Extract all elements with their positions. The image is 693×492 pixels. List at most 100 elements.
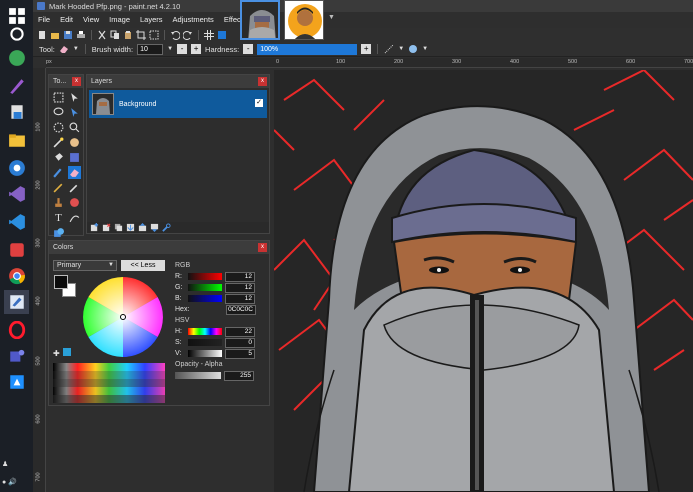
hue-slider[interactable] xyxy=(188,328,222,335)
add-layer-icon[interactable] xyxy=(90,223,99,232)
clone-stamp-icon[interactable] xyxy=(52,196,65,209)
less-button[interactable]: << Less xyxy=(121,260,165,271)
palette-menu-icon[interactable] xyxy=(63,348,71,356)
eraser-icon[interactable] xyxy=(68,166,81,179)
delete-layer-icon[interactable] xyxy=(102,223,111,232)
people-icon[interactable]: ♟ xyxy=(2,460,8,468)
menu-edit[interactable]: Edit xyxy=(55,12,78,28)
menu-file[interactable]: File xyxy=(33,12,55,28)
brush-width-increase-icon[interactable]: + xyxy=(191,44,202,54)
add-palette-icon[interactable]: ✚ xyxy=(53,349,60,358)
image-tab-avatar[interactable] xyxy=(284,0,324,40)
primary-color-swatch[interactable] xyxy=(54,275,68,289)
duplicate-layer-icon[interactable] xyxy=(114,223,123,232)
taskbar-file-explorer[interactable] xyxy=(4,128,29,152)
open-icon[interactable] xyxy=(50,30,60,40)
gradient-icon[interactable] xyxy=(68,151,81,164)
red-slider[interactable] xyxy=(188,273,222,280)
hue-input[interactable]: 22 xyxy=(225,326,255,337)
deselect-icon[interactable] xyxy=(149,30,159,40)
copy-icon[interactable] xyxy=(110,30,120,40)
menu-adjustments[interactable]: Adjustments xyxy=(168,12,219,28)
color-palette[interactable] xyxy=(53,363,165,403)
move-selection-icon[interactable] xyxy=(68,91,81,104)
value-input[interactable]: 5 xyxy=(225,348,255,359)
taskbar-visual-studio[interactable] xyxy=(4,182,29,206)
value-slider[interactable] xyxy=(188,350,222,357)
red-input[interactable]: 12 xyxy=(225,271,255,282)
saturation-slider[interactable] xyxy=(188,339,222,346)
color-wheel[interactable] xyxy=(81,275,165,359)
taskbar-app-4[interactable] xyxy=(4,156,29,180)
pencil-icon[interactable] xyxy=(52,181,65,194)
antialias-icon[interactable] xyxy=(384,44,394,54)
brush-width-dropdown-icon[interactable]: ▼ xyxy=(167,46,173,52)
undo-icon[interactable] xyxy=(170,30,180,40)
move-layer-down-icon[interactable] xyxy=(150,223,159,232)
new-icon[interactable] xyxy=(37,30,47,40)
green-input[interactable]: 12 xyxy=(225,282,255,293)
color-mode-select[interactable]: Primary ▼ xyxy=(53,260,117,271)
opacity-input[interactable]: 255 xyxy=(224,370,254,381)
pan-icon[interactable] xyxy=(68,136,81,149)
taskbar-opera[interactable] xyxy=(4,318,29,342)
image-canvas[interactable] xyxy=(274,70,693,492)
shapes-icon[interactable] xyxy=(52,226,65,239)
paint-bucket-icon[interactable] xyxy=(52,151,65,164)
menu-view[interactable]: View xyxy=(78,12,104,28)
blue-slider[interactable] xyxy=(188,295,222,302)
cut-icon[interactable] xyxy=(97,30,107,40)
search-button[interactable] xyxy=(4,22,29,46)
layer-properties-icon[interactable] xyxy=(162,223,171,232)
save-icon[interactable] xyxy=(63,30,73,40)
layer-row-background[interactable]: Background ✓ xyxy=(89,90,267,118)
close-icon[interactable]: x xyxy=(258,77,267,86)
hardness-increase-icon[interactable]: + xyxy=(361,44,372,54)
blend-dropdown-icon[interactable]: ▼ xyxy=(422,46,428,52)
taskbar-chrome[interactable] xyxy=(4,264,29,288)
tool-dropdown-icon[interactable]: ▼ xyxy=(73,46,79,52)
magic-wand-icon[interactable] xyxy=(52,136,65,149)
taskbar-app-5[interactable] xyxy=(4,238,29,262)
blue-input[interactable]: 12 xyxy=(225,293,255,304)
antialias-dropdown-icon[interactable]: ▼ xyxy=(398,46,404,52)
move-layer-up-icon[interactable] xyxy=(138,223,147,232)
menu-layers[interactable]: Layers xyxy=(135,12,168,28)
rulers-icon[interactable] xyxy=(217,30,227,40)
saturation-input[interactable]: 0 xyxy=(225,337,255,348)
zoom-icon[interactable] xyxy=(68,121,81,134)
layer-visibility-checkbox[interactable]: ✓ xyxy=(255,99,263,107)
ellipse-select-icon[interactable] xyxy=(52,121,65,134)
taskbar-paintnet[interactable] xyxy=(4,290,29,314)
taskbar-app-1[interactable] xyxy=(4,46,29,70)
paintbrush-icon[interactable] xyxy=(52,166,65,179)
taskbar-teams[interactable] xyxy=(4,344,29,368)
redo-icon[interactable] xyxy=(183,30,193,40)
hardness-slider[interactable]: 100% xyxy=(257,43,358,55)
rectangle-select-icon[interactable] xyxy=(52,91,65,104)
volume-icon[interactable]: ● 🔊 xyxy=(2,478,17,486)
taskbar-app-2[interactable] xyxy=(4,74,29,98)
blend-mode-icon[interactable] xyxy=(408,44,418,54)
image-tab-hooded[interactable] xyxy=(240,0,280,40)
close-icon[interactable]: x xyxy=(258,243,267,252)
text-icon[interactable]: T xyxy=(52,211,65,224)
taskbar-app-3[interactable] xyxy=(4,100,29,124)
lasso-select-icon[interactable] xyxy=(52,106,65,119)
crop-icon[interactable] xyxy=(136,30,146,40)
tabs-dropdown-icon[interactable]: ▼ xyxy=(328,14,335,21)
hardness-decrease-icon[interactable]: - xyxy=(243,44,254,54)
menu-image[interactable]: Image xyxy=(104,12,135,28)
paste-icon[interactable] xyxy=(123,30,133,40)
move-selected-icon[interactable] xyxy=(68,106,81,119)
recolor-icon[interactable] xyxy=(68,196,81,209)
brush-width-decrease-icon[interactable]: - xyxy=(177,44,188,54)
color-picker-icon[interactable] xyxy=(68,181,81,194)
taskbar-app-6[interactable] xyxy=(4,370,29,394)
brush-width-input[interactable]: 10 xyxy=(137,43,164,55)
grid-icon[interactable] xyxy=(204,30,214,40)
close-icon[interactable]: x xyxy=(72,77,81,86)
green-slider[interactable] xyxy=(188,284,222,291)
print-icon[interactable] xyxy=(76,30,86,40)
hex-input[interactable]: 0C0C0C xyxy=(226,304,256,315)
